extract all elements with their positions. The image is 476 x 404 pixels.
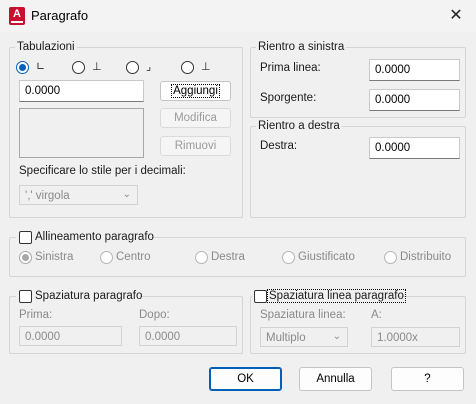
app-icon-bar [11, 21, 23, 23]
line-spacing-checkbox[interactable] [254, 290, 267, 303]
tab-decimal-icon: ⊥ [201, 60, 211, 73]
line-spacing-type-select[interactable]: Multiplo ⌄ [260, 327, 348, 347]
right-indent-title: Rientro a destra [256, 120, 342, 132]
after-input[interactable]: 0.0000 [139, 326, 237, 346]
add-tab-button[interactable]: Aggiungi [160, 81, 231, 101]
align-left-radio[interactable] [19, 251, 32, 264]
help-button[interactable]: ? [391, 367, 464, 391]
autocad-app-icon: A [9, 7, 25, 25]
tab-right-icon: ⌟ [146, 60, 152, 73]
para-spacing-label: Spaziatura paragrafo [35, 290, 143, 302]
align-distribute-radio[interactable] [384, 251, 397, 264]
before-label: Prima: [19, 309, 53, 321]
align-center-label: Centro [116, 251, 151, 263]
right-indent-label: Destra: [260, 140, 298, 152]
right-indent-input[interactable]: 0.0000 [369, 137, 460, 159]
first-line-input[interactable]: 0.0000 [369, 59, 460, 81]
align-left-label: Sinistra [35, 251, 74, 263]
decimal-style-label: Specificare lo stile per i decimali: [19, 165, 186, 177]
tabs-group-title: Tabulazioni [15, 41, 77, 53]
align-right-radio[interactable] [195, 251, 208, 264]
at-label: A: [371, 309, 382, 321]
tab-left-icon: ∟ [36, 60, 46, 73]
tab-center-icon: ⊥ [92, 60, 102, 73]
para-spacing-checkbox[interactable] [19, 290, 32, 303]
line-spacing-label: Spaziatura linea paragrafo [267, 289, 406, 303]
tab-type-left-radio[interactable] [16, 61, 29, 74]
add-tab-button-label: Aggiungi [171, 84, 220, 98]
ok-button[interactable]: OK [209, 367, 282, 391]
align-justify-label: Giustificato [298, 251, 355, 263]
after-label: Dopo: [139, 309, 170, 321]
alignment-checkbox[interactable] [19, 231, 32, 244]
hanging-input[interactable]: 0.0000 [369, 89, 460, 111]
align-center-radio[interactable] [100, 251, 113, 264]
tab-stops-list[interactable] [19, 108, 144, 158]
at-input[interactable]: 1.0000x [371, 327, 460, 347]
line-spacing-type-value: Multiplo [266, 332, 306, 344]
remove-tab-button[interactable]: Rimuovi [160, 136, 231, 156]
tab-type-decimal-radio[interactable] [181, 61, 194, 74]
left-indent-title: Rientro a sinistra [256, 41, 347, 53]
align-distribute-label: Distribuito [400, 251, 452, 263]
tab-type-center-radio[interactable] [72, 61, 85, 74]
alignment-label: Allineamento paragrafo [35, 231, 154, 243]
window-title: Paragrafo [31, 8, 89, 23]
app-icon-letter: A [13, 8, 21, 20]
decimal-style-select[interactable]: ',' virgola ⌄ [19, 185, 138, 205]
tab-type-right-radio[interactable] [126, 61, 139, 74]
before-input[interactable]: 0.0000 [19, 326, 122, 346]
line-spacing-type-label: Spaziatura linea: [260, 309, 346, 321]
chevron-down-icon: ⌄ [332, 331, 341, 342]
decimal-style-value: ',' virgola [25, 190, 70, 202]
close-icon[interactable]: ✕ [445, 5, 467, 27]
modify-tab-button[interactable]: Modifica [160, 108, 231, 128]
paragraph-dialog: A Paragrafo ✕ Tabulazioni ∟ ⊥ ⌟ ⊥ 0.0000… [0, 0, 476, 404]
tab-position-input[interactable]: 0.0000 [19, 80, 144, 102]
hanging-label: Sporgente: [260, 92, 317, 104]
align-right-label: Destra [211, 251, 245, 263]
first-line-label: Prima linea: [260, 62, 321, 74]
chevron-down-icon: ⌄ [122, 189, 131, 200]
cancel-button[interactable]: Annulla [299, 367, 372, 391]
align-justify-radio[interactable] [282, 251, 295, 264]
